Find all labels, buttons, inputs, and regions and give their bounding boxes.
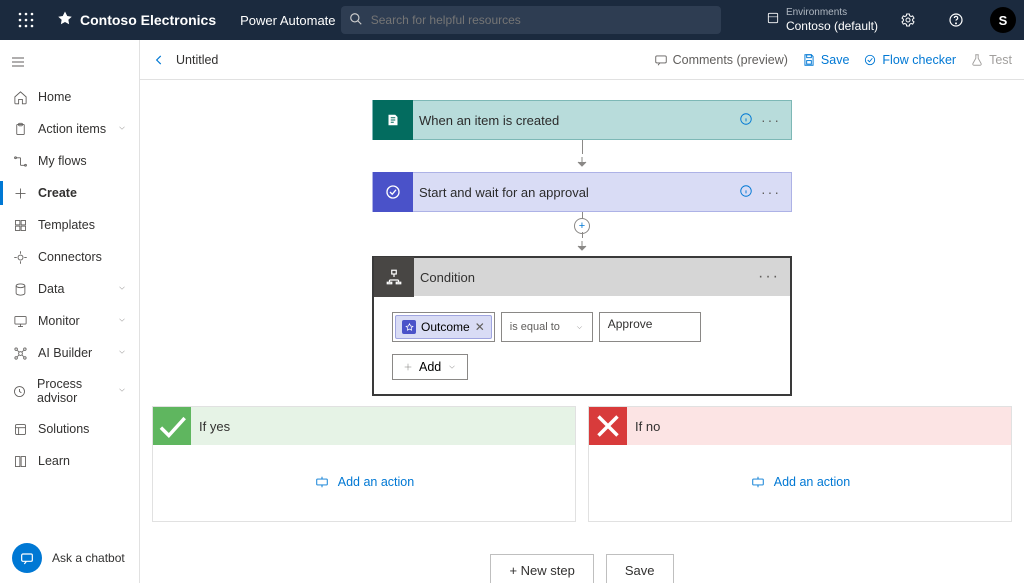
environment-picker[interactable]: Environments Contoso (default) (766, 7, 878, 33)
info-icon[interactable] (739, 112, 753, 129)
service-name: Power Automate (240, 13, 335, 28)
chevron-down-icon (117, 384, 127, 398)
sidebar-item-connectors[interactable]: Connectors (0, 241, 139, 273)
ai-icon (12, 345, 28, 361)
sidebar-item-label: AI Builder (38, 346, 92, 360)
flow-title[interactable]: Untitled (176, 53, 218, 67)
env-name: Contoso (default) (786, 19, 878, 33)
sidebar-item-label: Action items (38, 122, 106, 136)
sidebar-item-create[interactable]: Create (0, 177, 139, 209)
sidebar-item-templates[interactable]: Templates (0, 209, 139, 241)
condition-left-operand[interactable]: Outcome ✕ (392, 312, 495, 342)
more-icon[interactable]: ··· (758, 268, 780, 286)
sidebar-item-label: My flows (38, 154, 87, 168)
sidebar-item-label: Data (38, 282, 64, 296)
solutions-icon (12, 421, 28, 437)
test-button[interactable]: Test (970, 53, 1012, 67)
sidebar-item-learn[interactable]: Learn (0, 445, 139, 477)
sidebar-item-action-items[interactable]: Action items (0, 113, 139, 145)
sidebar-item-label: Process advisor (37, 377, 107, 405)
trigger-title: When an item is created (413, 113, 729, 128)
more-icon[interactable]: ··· (761, 184, 781, 200)
sidebar-item-label: Connectors (38, 250, 102, 264)
clipboard-icon (12, 121, 28, 137)
action-title: Start and wait for an approval (413, 185, 729, 200)
home-icon (12, 89, 28, 105)
templates-icon (12, 217, 28, 233)
sidebar-item-label: Home (38, 90, 71, 104)
close-icon (589, 407, 627, 445)
process-icon (12, 383, 27, 399)
hamburger-icon[interactable] (0, 46, 139, 81)
sidebar-item-monitor[interactable]: Monitor (0, 305, 139, 337)
sidebar-item-ai-builder[interactable]: AI Builder (0, 337, 139, 369)
chevron-down-icon (117, 346, 127, 360)
chevron-down-icon (117, 314, 127, 328)
back-button[interactable] (152, 53, 166, 67)
sidebar-item-label: Learn (38, 454, 70, 468)
new-step-button[interactable]: + New step (490, 554, 593, 583)
search-input[interactable] (341, 6, 721, 34)
chatbot-label: Ask a chatbot (52, 551, 125, 565)
condition-value-input[interactable]: Approve (599, 312, 701, 342)
condition-card[interactable]: Condition ··· Outcome ✕ (372, 256, 792, 396)
info-icon[interactable] (739, 184, 753, 201)
dynamic-content-icon (402, 320, 416, 334)
chatbot-button[interactable]: Ask a chatbot (0, 533, 139, 583)
sharepoint-icon (373, 100, 413, 140)
add-condition-button[interactable]: Add (392, 354, 468, 380)
settings-icon[interactable] (890, 12, 926, 28)
chatbot-icon (12, 543, 42, 573)
check-icon (153, 407, 191, 445)
branch-no-label: If no (627, 419, 660, 434)
branch-yes-label: If yes (191, 419, 230, 434)
add-action-button-no[interactable]: Add an action (750, 475, 850, 489)
plus-icon (12, 185, 28, 201)
app-launcher-icon[interactable] (8, 12, 44, 28)
data-icon (12, 281, 28, 297)
monitor-icon (12, 313, 28, 329)
sidebar-item-label: Monitor (38, 314, 80, 328)
sidebar-item-data[interactable]: Data (0, 273, 139, 305)
condition-title: Condition (414, 270, 758, 285)
branch-if-no: If no Add an action (588, 406, 1012, 522)
flow-icon (12, 153, 28, 169)
connectors-icon (12, 249, 28, 265)
brand-name: Contoso Electronics (80, 12, 216, 28)
chevron-down-icon (117, 282, 127, 296)
book-icon (12, 453, 28, 469)
search-icon (349, 12, 363, 31)
more-icon[interactable]: ··· (761, 112, 781, 128)
sidebar-item-my-flows[interactable]: My flows (0, 145, 139, 177)
condition-operator-dropdown[interactable]: is equal to (501, 312, 593, 342)
sidebar-item-home[interactable]: Home (0, 81, 139, 113)
help-icon[interactable] (938, 12, 974, 28)
connector (577, 140, 587, 172)
brand-logo: Contoso Electronics (56, 10, 216, 31)
env-label: Environments (786, 7, 878, 19)
token-label: Outcome (421, 320, 470, 334)
branch-if-yes: If yes Add an action (152, 406, 576, 522)
trigger-card[interactable]: When an item is created ··· (372, 100, 792, 140)
add-action-button-yes[interactable]: Add an action (314, 475, 414, 489)
sidebar-item-label: Create (38, 186, 77, 200)
sidebar-item-label: Templates (38, 218, 95, 232)
connector: + (574, 212, 590, 256)
sidebar-item-solutions[interactable]: Solutions (0, 413, 139, 445)
save-flow-button[interactable]: Save (606, 554, 674, 583)
sidebar-item-process-advisor[interactable]: Process advisor (0, 369, 139, 413)
flow-checker-button[interactable]: Flow checker (863, 53, 956, 67)
condition-icon (374, 257, 414, 297)
token-remove-icon[interactable]: ✕ (475, 320, 485, 334)
chevron-down-icon (117, 122, 127, 136)
avatar[interactable]: S (990, 7, 1016, 33)
save-button[interactable]: Save (802, 53, 850, 67)
sidebar-item-label: Solutions (38, 422, 89, 436)
comments-button[interactable]: Comments (preview) (654, 53, 788, 67)
action-card-approval[interactable]: Start and wait for an approval ··· (372, 172, 792, 212)
approval-icon (373, 172, 413, 212)
